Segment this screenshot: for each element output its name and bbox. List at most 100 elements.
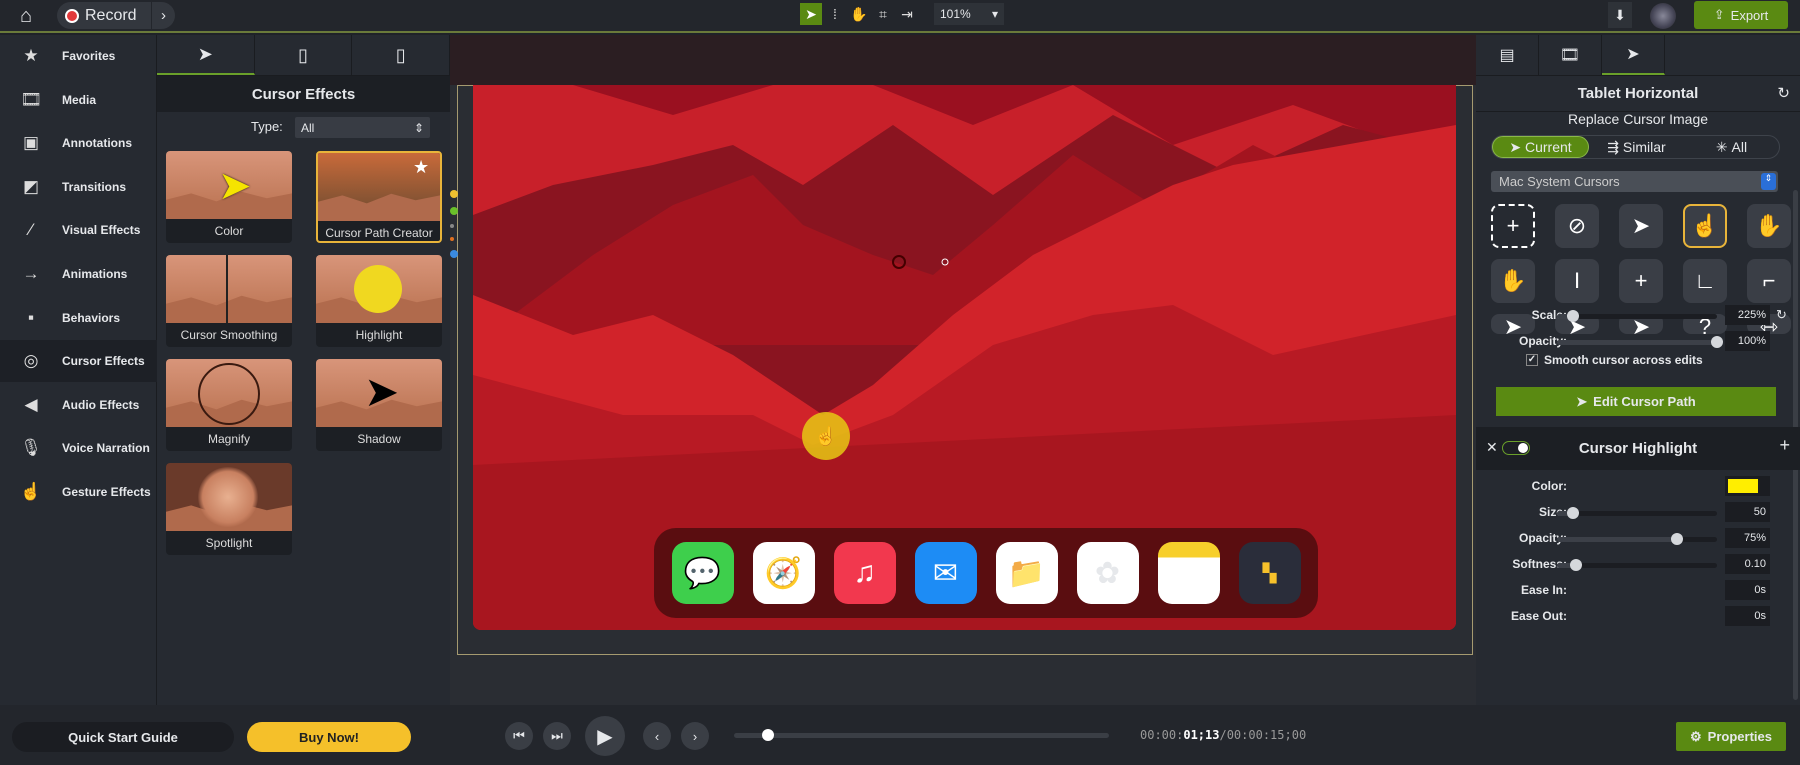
behaviors-icon: ▪ [27, 307, 35, 327]
avatar[interactable] [1650, 3, 1676, 29]
cursor-opacity-value[interactable]: 100% [1725, 331, 1770, 351]
quick-start-guide-button[interactable]: Quick Start Guide [12, 722, 234, 752]
add-cursor-icon[interactable]: + [1491, 204, 1535, 248]
ease-out-value[interactable]: 0s [1725, 606, 1770, 626]
properties-button[interactable]: ⚙ Properties [1676, 722, 1786, 751]
no-cursor-icon[interactable]: ⊘ [1555, 204, 1599, 248]
previous-frame-icon[interactable]: ⏮ [505, 722, 533, 750]
sidebar-item-behaviors[interactable]: ▪ Behaviors [0, 297, 157, 339]
time-readout: 00:00:01;13/00:00:15;00 [1140, 728, 1306, 742]
playback-scrubber[interactable] [734, 729, 1109, 741]
play-button[interactable]: ▶ [585, 716, 625, 756]
effect-tile-spotlight[interactable]: Spotlight [166, 463, 292, 555]
sidebar-item-audio-effects[interactable]: ◀ Audio Effects [0, 384, 157, 426]
resize-corner-cursor-icon[interactable]: ⌐ [1747, 259, 1791, 303]
files-app-icon[interactable]: 📁 [995, 542, 1058, 604]
tab-left-click-icon[interactable]: ▯ [255, 35, 353, 75]
size-value[interactable]: 50 [1725, 502, 1770, 522]
notes-app-icon[interactable] [1157, 542, 1220, 604]
edit-points-tool-icon[interactable]: ⁞ [824, 3, 846, 25]
cursor-library-select[interactable]: Mac System Cursors ⇕ [1491, 171, 1778, 192]
sidebar-item-gesture-effects[interactable]: ☝ Gesture Effects [0, 471, 157, 513]
reset-scale-icon[interactable]: ↻ [1776, 307, 1787, 323]
next-marker-icon[interactable]: › [681, 722, 709, 750]
tab-cursor-properties-icon[interactable]: ➤ [1602, 35, 1665, 75]
previous-marker-icon[interactable]: ‹ [643, 722, 671, 750]
export-button[interactable]: ⇪ Export [1694, 1, 1788, 29]
step-forward-icon[interactable]: ⏭ [543, 722, 571, 750]
smooth-cursor-checkbox[interactable]: ✓ Smooth cursor across edits [1526, 353, 1703, 367]
safari-app-icon[interactable]: 🧭 [752, 542, 815, 604]
sidebar-item-transitions[interactable]: ◩ Transitions [0, 166, 157, 208]
segment-all[interactable]: ✳ All [1684, 136, 1779, 158]
highlight-opacity-value[interactable]: 75% [1725, 528, 1770, 548]
messages-app-icon[interactable]: 💬 [671, 542, 734, 604]
tab-visual-properties-icon[interactable]: ▤ [1476, 35, 1539, 75]
resize-corner-cursor-icon[interactable]: ∟ [1683, 259, 1727, 303]
slider-knob[interactable] [1567, 310, 1579, 322]
closed-hand-cursor-icon[interactable]: ✋ [1491, 259, 1535, 303]
sidebar-item-animations[interactable]: → Animations [0, 253, 157, 295]
canvas-backdrop [450, 35, 1476, 85]
effect-tile-highlight[interactable]: Highlight [316, 255, 442, 347]
record-button[interactable]: Record › [57, 2, 175, 29]
color-swatch[interactable] [1725, 476, 1770, 496]
sidebar-item-visual-effects[interactable]: ⁄ Visual Effects [0, 209, 157, 251]
effect-tile-shadow[interactable]: ➤ Shadow [316, 359, 442, 451]
effect-tile-cursor-path-creator[interactable]: ★ Cursor Path Creator [316, 151, 442, 243]
cursor-opacity-slider[interactable] [1557, 336, 1723, 348]
sidebar-item-favorites[interactable]: ★ Favorites [0, 35, 157, 77]
fit-tool-icon[interactable]: ⇥ [896, 3, 918, 25]
slider-knob[interactable] [1711, 336, 1723, 348]
ease-in-value[interactable]: 0s [1725, 580, 1770, 600]
pointing-hand-cursor-icon[interactable]: ☝ [1683, 204, 1727, 248]
highlight-toggle[interactable] [1502, 441, 1530, 455]
reset-icon[interactable]: ↻ [1777, 84, 1790, 102]
softness-value[interactable]: 0.10 [1725, 554, 1770, 574]
highlight-opacity-slider[interactable] [1557, 533, 1717, 545]
sidebar-item-annotations[interactable]: ▣ Annotations [0, 122, 157, 164]
pan-hand-tool-icon[interactable]: ✋ [848, 3, 870, 25]
add-icon[interactable]: + [1779, 435, 1790, 456]
app-library-icon[interactable]: ▚ [1238, 542, 1301, 604]
open-hand-cursor-icon[interactable]: ✋ [1747, 204, 1791, 248]
scale-value[interactable]: 225% [1725, 305, 1770, 325]
chevron-right-icon[interactable]: › [151, 2, 175, 29]
select-tool-icon[interactable]: ➤ [800, 3, 822, 25]
sidebar-item-voice-narration[interactable]: 🎙 Voice Narration [0, 427, 157, 469]
size-slider[interactable] [1557, 507, 1717, 519]
crosshair-cursor-icon[interactable]: + [1619, 259, 1663, 303]
download-button[interactable]: ⬇ [1608, 2, 1632, 28]
remove-effect-icon[interactable]: ✕ [1486, 439, 1498, 456]
slider-knob[interactable] [1671, 533, 1683, 545]
tab-right-click-icon[interactable]: ▯ [352, 35, 451, 75]
scale-slider[interactable] [1557, 310, 1717, 322]
effect-tile-color[interactable]: ➤ Color [166, 151, 292, 243]
sidebar-item-cursor-effects[interactable]: ◎ Cursor Effects [0, 340, 157, 383]
arrow-cursor-icon[interactable]: ➤ [1619, 204, 1663, 248]
music-app-icon[interactable]: ♫ [833, 542, 896, 604]
segment-similar[interactable]: ⇶ Similar [1589, 136, 1684, 158]
home-button[interactable]: ⌂ [12, 3, 40, 29]
ibeam-cursor-icon[interactable]: I [1555, 259, 1599, 303]
sidebar-item-media[interactable]: 🎞 Media [0, 79, 157, 121]
cursor-highlight-preview[interactable]: ☝ [802, 412, 850, 460]
photos-app-icon[interactable]: ✿ [1076, 542, 1139, 604]
tab-cursor-icon[interactable]: ➤ [157, 35, 255, 75]
scrubber-knob[interactable] [761, 729, 774, 741]
crop-tool-icon[interactable]: ⌗ [872, 3, 894, 25]
segment-current[interactable]: ➤ Current [1492, 136, 1589, 158]
time-prefix: 00:00: [1140, 728, 1184, 742]
tab-video-properties-icon[interactable]: 🎞 [1539, 35, 1602, 75]
slider-knob[interactable] [1567, 507, 1579, 519]
mail-app-icon[interactable]: ✉ [914, 542, 977, 604]
softness-slider[interactable] [1557, 559, 1717, 571]
slider-knob[interactable] [1570, 559, 1583, 571]
buy-now-button[interactable]: Buy Now! [247, 722, 411, 752]
effect-tile-cursor-smoothing[interactable]: Cursor Smoothing [166, 255, 292, 347]
edit-cursor-path-button[interactable]: ➤ Edit Cursor Path [1496, 387, 1776, 416]
zoom-select[interactable]: 101% ▾ [934, 3, 1004, 25]
effect-tile-magnify[interactable]: Magnify [166, 359, 292, 451]
tablet-screen-preview[interactable]: ☝ 💬 🧭 ♫ ✉ 📁 ✿ ▚ [473, 85, 1456, 630]
type-select[interactable]: All ⇕ [295, 117, 430, 138]
